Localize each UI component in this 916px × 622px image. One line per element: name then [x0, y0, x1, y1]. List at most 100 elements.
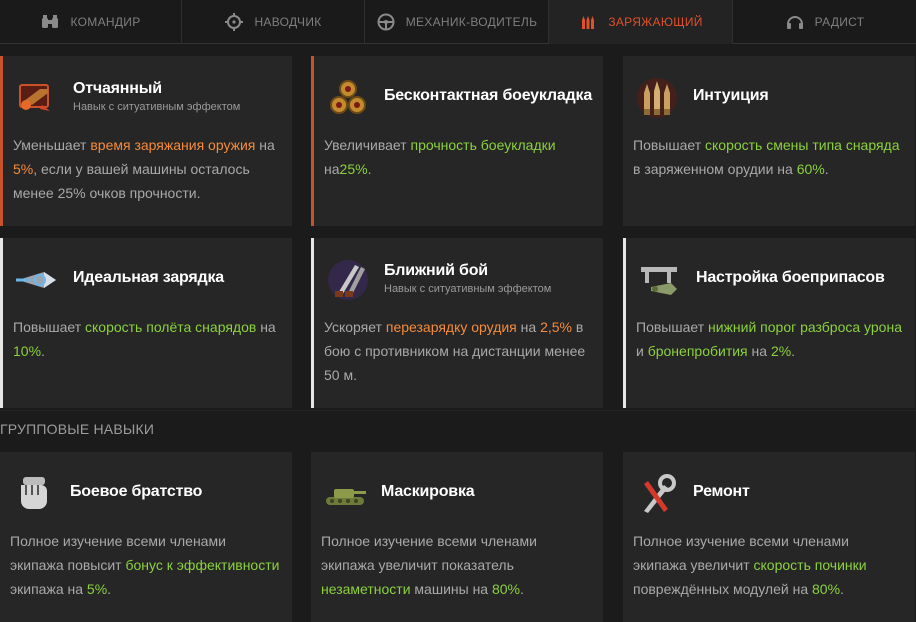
- desc-text: Повышает: [633, 137, 705, 153]
- highlight-green: прочность боеукладки: [410, 137, 556, 153]
- highlight-green: 2%: [770, 343, 792, 359]
- tab-gunner[interactable]: НАВОДЧИК: [182, 0, 365, 44]
- highlight-green: 60%: [796, 161, 825, 177]
- desc-text: Ускоряет: [324, 319, 386, 335]
- group-skill-card-brotherhood[interactable]: Боевое братство Полное изучение всеми чл…: [0, 452, 292, 622]
- skill-subtitle: Навык с ситуативным эффектом: [384, 283, 552, 295]
- highlight-green: 10%: [13, 343, 42, 359]
- desc-text: , если у вашей машины осталось менее 25%…: [13, 161, 250, 201]
- highlight-orange: 2,5%: [540, 319, 572, 335]
- desc-text: Полное изучение всеми членами экипажа ув…: [321, 533, 537, 573]
- highlight-green: незаметности: [321, 581, 411, 597]
- highlight-green: скорость смены типа снаряда: [705, 137, 900, 153]
- desc-text: на: [324, 161, 340, 177]
- desc-text: .: [840, 581, 844, 597]
- highlight-green: 80%: [812, 581, 841, 597]
- tab-driver[interactable]: МЕХАНИК-ВОДИТЕЛЬ: [365, 0, 549, 44]
- tab-label: НАВОДЧИК: [254, 15, 322, 29]
- tab-label: МЕХАНИК-ВОДИТЕЛЬ: [405, 15, 538, 29]
- desc-text: .: [824, 161, 829, 177]
- highlight-green: скорость полёта снарядов: [85, 319, 257, 335]
- desc-text: Повышает: [636, 319, 708, 335]
- skill-description: Повышает скорость полёта снарядов на 10%…: [13, 315, 285, 363]
- tab-label: РАДИСТ: [814, 15, 865, 29]
- skill-title: Маскировка: [381, 483, 475, 500]
- skill-description: Уменьшает время заряжания оружия на 5%, …: [13, 133, 285, 205]
- ammo-rack-medals-icon: [324, 74, 372, 122]
- skill-subtitle: Навык с ситуативным эффектом: [73, 101, 241, 113]
- desc-text: экипажа на: [10, 581, 87, 597]
- skill-card-ammo-tuning[interactable]: Настройка боеприпасов Повышает нижний по…: [623, 238, 915, 408]
- desc-text: .: [107, 581, 112, 597]
- highlight-green: 80%: [491, 581, 521, 597]
- desc-text: на: [256, 319, 276, 335]
- tab-commander[interactable]: КОМАНДИР: [0, 0, 182, 44]
- desperate-shell-icon: [13, 74, 61, 122]
- perfect-charge-shell-icon: [13, 256, 61, 304]
- repair-wrench-icon: [633, 470, 681, 518]
- skill-title: Ремонт: [693, 483, 750, 500]
- desc-text: .: [367, 161, 372, 177]
- skill-description: Повышает скорость смены типа снаряда в з…: [633, 133, 905, 181]
- skill-title: Настройка боеприпасов: [696, 269, 885, 286]
- skill-card-perfect-charge[interactable]: Идеальная зарядка Повышает скорость полё…: [0, 238, 292, 408]
- desc-text: Повышает: [13, 319, 85, 335]
- highlight-green: бонус к эффективности: [125, 557, 280, 573]
- highlight-green: скорость починки: [753, 557, 867, 573]
- intuition-shells-icon: [633, 74, 681, 122]
- section-divider: [0, 410, 916, 411]
- skill-description: Ускоряет перезарядку орудия на 2,5% в бо…: [324, 315, 596, 387]
- close-combat-knives-icon: [324, 256, 372, 304]
- skill-card-intuition[interactable]: Интуиция Повышает скорость смены типа сн…: [623, 56, 915, 226]
- desc-text: повреждённых модулей на: [633, 581, 812, 597]
- highlight-green: нижний порог разброса урона: [708, 319, 902, 335]
- ammo-tuning-caliper-icon: [636, 256, 684, 304]
- group-skills-heading: ГРУППОВЫЕ НАВЫКИ: [0, 421, 155, 437]
- skill-card-desperate[interactable]: Отчаянный Навык с ситуативным эффектом У…: [0, 56, 292, 226]
- brotherhood-fist-icon: [10, 470, 58, 518]
- headphones-icon: [785, 12, 805, 32]
- desc-text: и: [636, 343, 648, 359]
- skill-title: Отчаянный: [73, 80, 162, 97]
- desc-text: машины на: [410, 581, 492, 597]
- skill-description: Повышает нижний порог разброса урона и б…: [636, 315, 908, 363]
- skill-title: Боевое братство: [70, 483, 203, 500]
- skill-description: Полное изучение всеми членами экипажа ув…: [633, 529, 905, 601]
- skill-title: Ближний бой: [384, 262, 488, 279]
- tab-label: ЗАРЯЖАЮЩИЙ: [608, 15, 703, 29]
- highlight-orange: перезарядку орудия: [385, 319, 517, 335]
- desc-text: на: [516, 319, 541, 335]
- highlight-orange: время заряжания оружия: [90, 137, 256, 153]
- desc-text: на: [255, 137, 275, 153]
- steering-wheel-icon: [376, 12, 396, 32]
- tab-label: КОМАНДИР: [70, 15, 141, 29]
- highlight-green: 5%: [86, 581, 108, 597]
- highlight-orange: 5%: [13, 161, 34, 177]
- skill-title: Бесконтактная боеукладка: [384, 87, 593, 104]
- skill-title: Идеальная зарядка: [73, 269, 224, 286]
- desc-text: Уменьшает: [13, 137, 91, 153]
- desc-text: .: [520, 581, 524, 597]
- skill-description: Полное изучение всеми членами экипажа ув…: [321, 529, 593, 601]
- shells-icon: [578, 12, 598, 32]
- group-skill-card-repair[interactable]: Ремонт Полное изучение всеми членами эки…: [623, 452, 915, 622]
- desc-text: в заряженном орудии на: [633, 161, 797, 177]
- skill-card-close-combat[interactable]: Ближний бой Навык с ситуативным эффектом…: [311, 238, 603, 408]
- skill-description: Полное изучение всеми членами экипажа по…: [10, 529, 282, 601]
- skill-description: Увеличивает прочность боеукладки на25%.: [324, 133, 596, 181]
- crew-role-tabs: КОМАНДИР НАВОДЧИК МЕХАНИК-ВОДИТЕЛЬ ЗАРЯЖ…: [0, 0, 916, 44]
- desc-text: .: [41, 343, 45, 359]
- highlight-green: 25%: [339, 161, 368, 177]
- desc-text: Увеличивает: [324, 137, 411, 153]
- crosshair-icon: [224, 12, 244, 32]
- highlight-green: бронепробития: [647, 343, 748, 359]
- skill-card-ammo-rack[interactable]: Бесконтактная боеукладка Увеличивает про…: [311, 56, 603, 226]
- binoculars-icon: [40, 12, 60, 32]
- group-skill-card-camouflage[interactable]: Маскировка Полное изучение всеми членами…: [311, 452, 603, 622]
- skill-title: Интуиция: [693, 87, 769, 104]
- tab-loader[interactable]: ЗАРЯЖАЮЩИЙ: [549, 0, 733, 44]
- tab-radio-operator[interactable]: РАДИСТ: [733, 0, 916, 44]
- camouflage-tank-icon: [321, 470, 369, 518]
- desc-text: на: [747, 343, 771, 359]
- desc-text: .: [791, 343, 796, 359]
